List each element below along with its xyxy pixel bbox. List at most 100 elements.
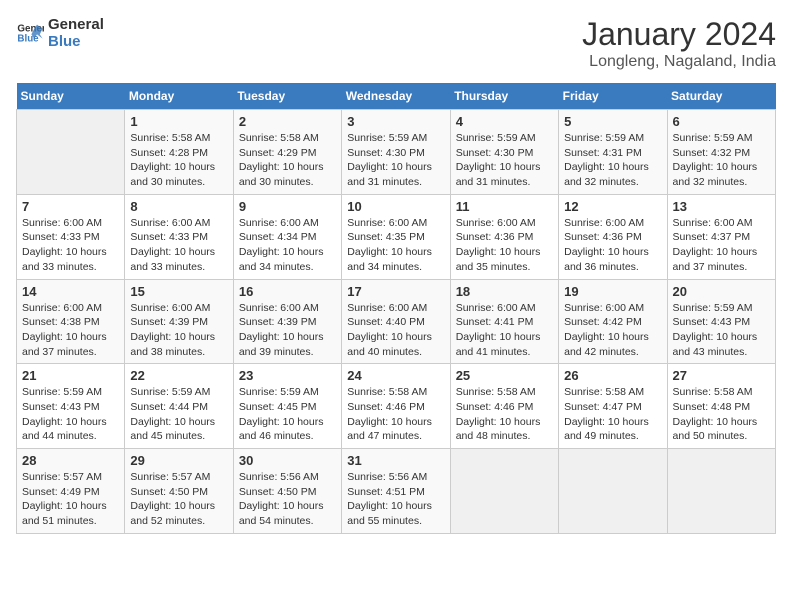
calendar-cell: 3 Sunrise: 5:59 AMSunset: 4:30 PMDaylight… [342,110,450,195]
day-number: 3 [347,114,444,129]
location-title: Longleng, Nagaland, India [582,53,776,71]
day-info: Sunrise: 5:57 AMSunset: 4:50 PMDaylight:… [130,470,227,529]
calendar-cell: 9 Sunrise: 6:00 AMSunset: 4:34 PMDaylight… [233,194,341,279]
logo: General Blue General Blue [16,16,104,50]
title-section: January 2024 Longleng, Nagaland, India [582,16,776,71]
day-number: 16 [239,284,336,299]
calendar-week-4: 28 Sunrise: 5:57 AMSunset: 4:49 PMDayligh… [17,449,776,534]
day-info: Sunrise: 5:58 AMSunset: 4:46 PMDaylight:… [347,385,444,444]
calendar-cell: 14 Sunrise: 6:00 AMSunset: 4:38 PMDayligh… [17,279,125,364]
day-info: Sunrise: 5:59 AMSunset: 4:32 PMDaylight:… [673,131,770,190]
day-info: Sunrise: 6:00 AMSunset: 4:33 PMDaylight:… [22,216,119,275]
day-number: 7 [22,199,119,214]
day-info: Sunrise: 6:00 AMSunset: 4:34 PMDaylight:… [239,216,336,275]
calendar-week-2: 14 Sunrise: 6:00 AMSunset: 4:38 PMDayligh… [17,279,776,364]
day-info: Sunrise: 6:00 AMSunset: 4:39 PMDaylight:… [130,301,227,360]
day-info: Sunrise: 5:58 AMSunset: 4:46 PMDaylight:… [456,385,553,444]
day-info: Sunrise: 5:59 AMSunset: 4:43 PMDaylight:… [22,385,119,444]
calendar-cell: 20 Sunrise: 5:59 AMSunset: 4:43 PMDayligh… [667,279,775,364]
calendar-cell: 2Sunrise: 5:58 AMSunset: 4:29 PMDaylight… [233,110,341,195]
calendar-cell: 11 Sunrise: 6:00 AMSunset: 4:36 PMDayligh… [450,194,558,279]
calendar-cell: 15 Sunrise: 6:00 AMSunset: 4:39 PMDayligh… [125,279,233,364]
day-number: 8 [130,199,227,214]
day-number: 18 [456,284,553,299]
day-number: 24 [347,368,444,383]
day-number: 22 [130,368,227,383]
calendar-cell: 4 Sunrise: 5:59 AMSunset: 4:30 PMDaylight… [450,110,558,195]
day-info: Sunrise: 6:00 AMSunset: 4:37 PMDaylight:… [673,216,770,275]
calendar-cell: 29 Sunrise: 5:57 AMSunset: 4:50 PMDayligh… [125,449,233,534]
day-number: 20 [673,284,770,299]
header-sunday: Sunday [17,83,125,110]
header-saturday: Saturday [667,83,775,110]
day-info: Sunrise: 5:56 AMSunset: 4:50 PMDaylight:… [239,470,336,529]
calendar-cell: 5Sunrise: 5:59 AMSunset: 4:31 PMDaylight… [559,110,667,195]
day-info: Sunrise: 5:58 AMSunset: 4:28 PMDaylight:… [130,131,227,190]
calendar-cell: 10 Sunrise: 6:00 AMSunset: 4:35 PMDayligh… [342,194,450,279]
calendar-cell [17,110,125,195]
day-number: 21 [22,368,119,383]
day-number: 15 [130,284,227,299]
day-number: 14 [22,284,119,299]
calendar-cell: 22 Sunrise: 5:59 AMSunset: 4:44 PMDayligh… [125,364,233,449]
day-info: Sunrise: 6:00 AMSunset: 4:36 PMDaylight:… [564,216,661,275]
day-number: 29 [130,453,227,468]
day-info: Sunrise: 6:00 AMSunset: 4:33 PMDaylight:… [130,216,227,275]
calendar-cell: 12 Sunrise: 6:00 AMSunset: 4:36 PMDayligh… [559,194,667,279]
calendar-cell: 16 Sunrise: 6:00 AMSunset: 4:39 PMDayligh… [233,279,341,364]
calendar-cell: 31 Sunrise: 5:56 AMSunset: 4:51 PMDayligh… [342,449,450,534]
day-info: Sunrise: 5:58 AMSunset: 4:29 PMDaylight:… [239,131,336,190]
day-number: 31 [347,453,444,468]
calendar-header-row: Sunday Monday Tuesday Wednesday Thursday… [17,83,776,110]
day-info: Sunrise: 5:59 AMSunset: 4:30 PMDaylight:… [347,131,444,190]
calendar-week-0: 1 Sunrise: 5:58 AMSunset: 4:28 PMDaylight… [17,110,776,195]
day-info: Sunrise: 6:00 AMSunset: 4:42 PMDaylight:… [564,301,661,360]
calendar-cell: 13 Sunrise: 6:00 AMSunset: 4:37 PMDayligh… [667,194,775,279]
day-number: 9 [239,199,336,214]
day-info: Sunrise: 5:59 AMSunset: 4:30 PMDaylight:… [456,131,553,190]
day-info: Sunrise: 6:00 AMSunset: 4:38 PMDaylight:… [22,301,119,360]
calendar-week-3: 21 Sunrise: 5:59 AMSunset: 4:43 PMDayligh… [17,364,776,449]
day-number: 12 [564,199,661,214]
logo-icon: General Blue [16,19,44,47]
calendar-cell: 17 Sunrise: 6:00 AMSunset: 4:40 PMDayligh… [342,279,450,364]
day-info: Sunrise: 6:00 AMSunset: 4:40 PMDaylight:… [347,301,444,360]
day-info: Sunrise: 5:59 AMSunset: 4:31 PMDaylight:… [564,131,661,190]
calendar-cell: 19 Sunrise: 6:00 AMSunset: 4:42 PMDayligh… [559,279,667,364]
calendar-cell: 21 Sunrise: 5:59 AMSunset: 4:43 PMDayligh… [17,364,125,449]
day-number: 17 [347,284,444,299]
day-info: Sunrise: 6:00 AMSunset: 4:39 PMDaylight:… [239,301,336,360]
calendar-cell: 6Sunrise: 5:59 AMSunset: 4:32 PMDaylight… [667,110,775,195]
calendar-cell: 28 Sunrise: 5:57 AMSunset: 4:49 PMDayligh… [17,449,125,534]
day-number: 25 [456,368,553,383]
day-info: Sunrise: 5:59 AMSunset: 4:44 PMDaylight:… [130,385,227,444]
header-friday: Friday [559,83,667,110]
day-number: 13 [673,199,770,214]
day-number: 19 [564,284,661,299]
calendar-cell: 23 Sunrise: 5:59 AMSunset: 4:45 PMDayligh… [233,364,341,449]
month-title: January 2024 [582,16,776,53]
day-number: 1 [130,114,227,129]
calendar-cell: 27Sunrise: 5:58 AMSunset: 4:48 PMDayligh… [667,364,775,449]
day-info: Sunrise: 5:59 AMSunset: 4:45 PMDaylight:… [239,385,336,444]
day-info: Sunrise: 5:56 AMSunset: 4:51 PMDaylight:… [347,470,444,529]
day-number: 11 [456,199,553,214]
day-number: 4 [456,114,553,129]
day-number: 27 [673,368,770,383]
day-number: 28 [22,453,119,468]
calendar-cell: 8 Sunrise: 6:00 AMSunset: 4:33 PMDaylight… [125,194,233,279]
day-info: Sunrise: 5:57 AMSunset: 4:49 PMDaylight:… [22,470,119,529]
day-info: Sunrise: 6:00 AMSunset: 4:41 PMDaylight:… [456,301,553,360]
day-number: 30 [239,453,336,468]
header-tuesday: Tuesday [233,83,341,110]
calendar-cell: 25 Sunrise: 5:58 AMSunset: 4:46 PMDayligh… [450,364,558,449]
calendar-cell [450,449,558,534]
day-number: 23 [239,368,336,383]
calendar-cell: 18 Sunrise: 6:00 AMSunset: 4:41 PMDayligh… [450,279,558,364]
day-info: Sunrise: 5:59 AMSunset: 4:43 PMDaylight:… [673,301,770,360]
logo-text-blue: Blue [48,33,104,50]
calendar-cell: 26Sunrise: 5:58 AMSunset: 4:47 PMDayligh… [559,364,667,449]
day-info: Sunrise: 6:00 AMSunset: 4:36 PMDaylight:… [456,216,553,275]
day-info: Sunrise: 6:00 AMSunset: 4:35 PMDaylight:… [347,216,444,275]
day-number: 10 [347,199,444,214]
